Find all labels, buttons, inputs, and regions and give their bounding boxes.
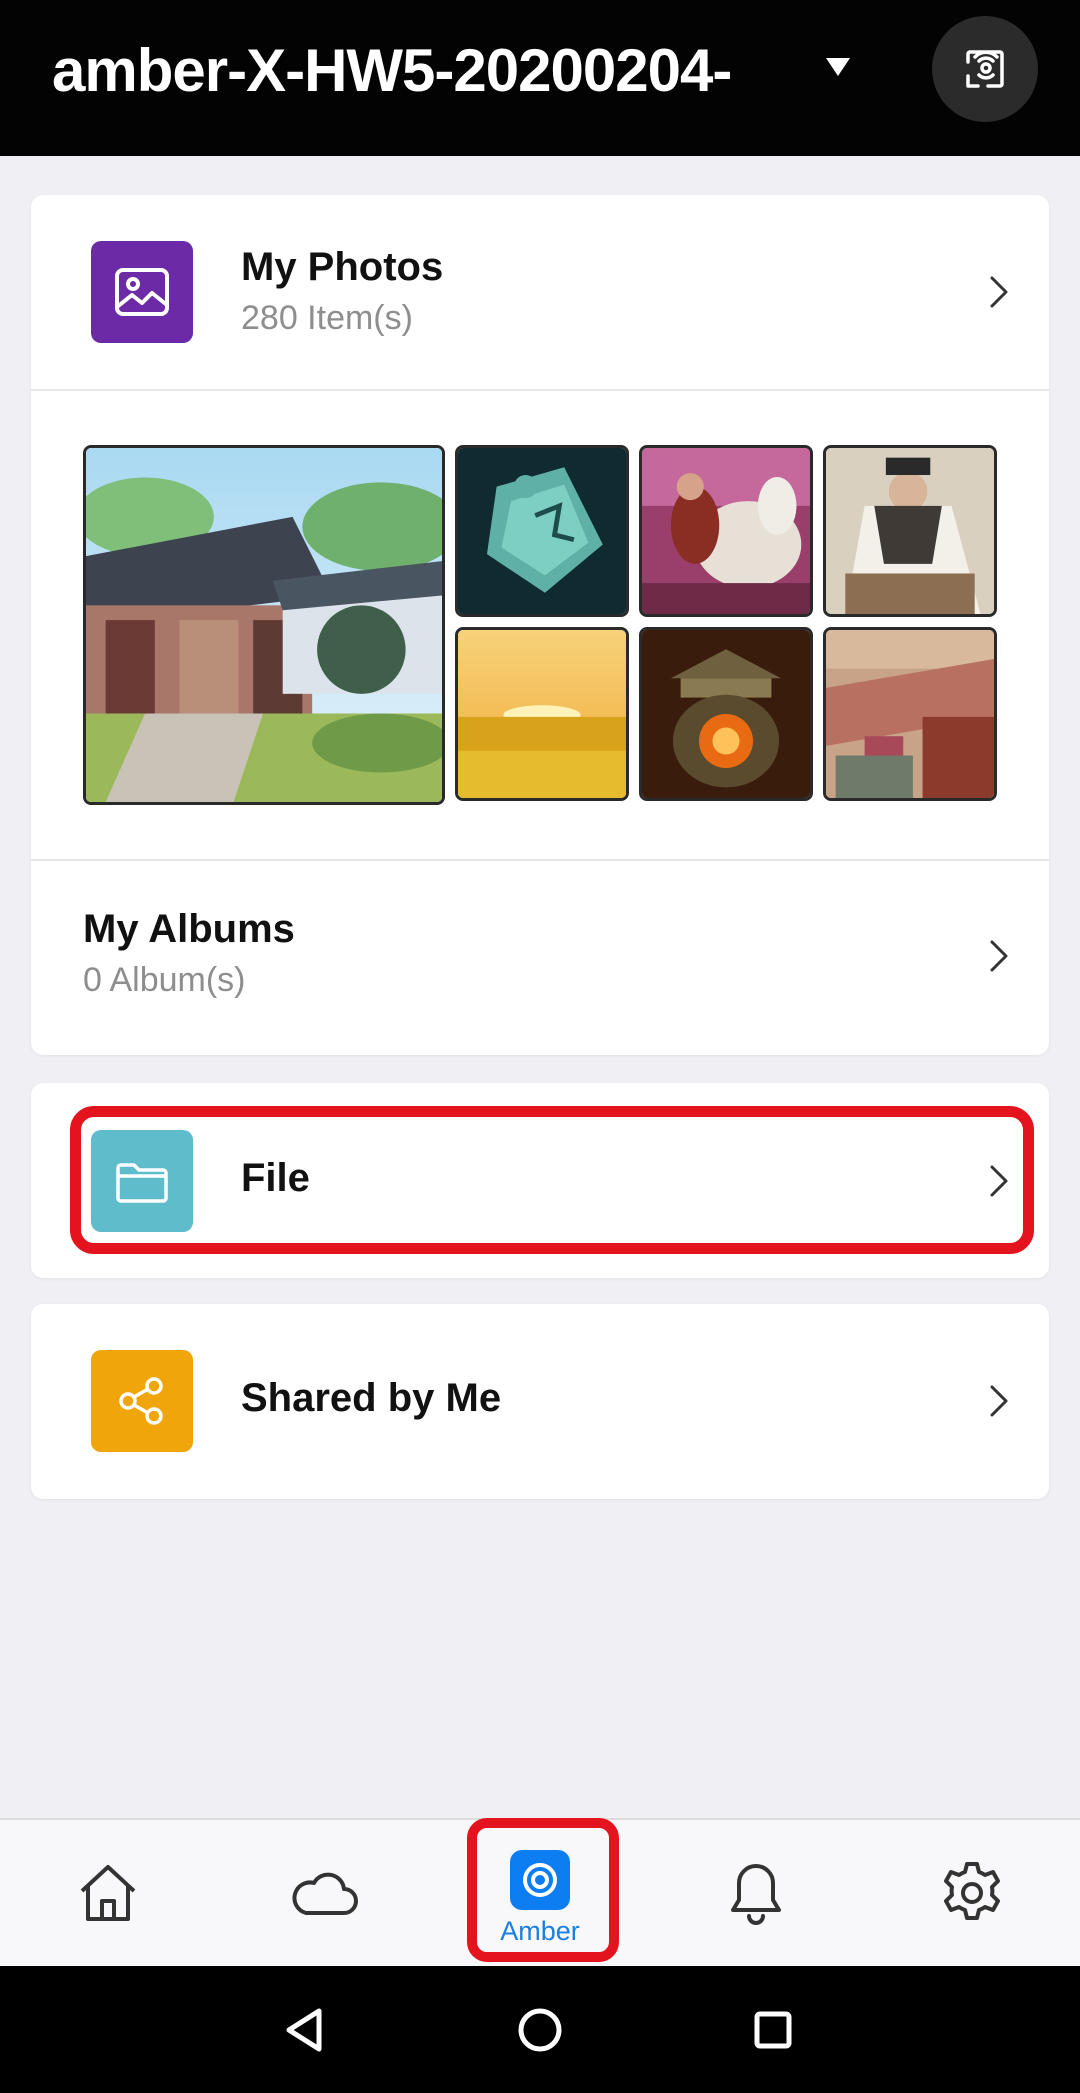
bell-icon <box>731 1864 781 1925</box>
nav-notifications[interactable] <box>676 1820 836 1966</box>
nav-settings[interactable] <box>892 1820 1052 1966</box>
app-header: amber-X-HW5-20200204- <box>0 0 1080 156</box>
back-icon <box>286 2008 322 2051</box>
gear-icon <box>944 1862 1000 1920</box>
divider <box>31 389 1049 391</box>
home-icon <box>80 1865 136 1921</box>
chevron-right-icon <box>990 276 1008 308</box>
share-icon <box>91 1350 193 1452</box>
photo-thumbnail-courtyard[interactable] <box>83 445 445 805</box>
my-albums-count: 0 Album(s) <box>83 961 246 999</box>
shared-card[interactable]: Shared by Me <box>31 1304 1049 1499</box>
system-nav-bar <box>0 1966 1080 2093</box>
photo-thumbnail-scholar-reading[interactable] <box>823 445 997 617</box>
nav-cloud[interactable] <box>244 1820 404 1966</box>
amber-highlight-box <box>467 1818 619 1962</box>
home-button[interactable] <box>480 1966 600 2093</box>
caret-down-icon[interactable] <box>826 58 850 76</box>
file-highlight-box <box>70 1106 1034 1254</box>
my-photos-count: 280 Item(s) <box>241 299 413 337</box>
chevron-right-icon <box>990 940 1008 972</box>
back-button[interactable] <box>244 1966 364 2093</box>
my-photos-title: My Photos <box>241 245 444 289</box>
photo-thumbnail-golden-field[interactable] <box>455 627 629 801</box>
my-albums-row[interactable]: My Albums 0 Album(s) <box>31 861 1049 1055</box>
cloud-icon <box>292 1872 358 1915</box>
recents-button[interactable] <box>713 1966 833 2093</box>
photo-thumbnail-market-street[interactable] <box>823 627 997 801</box>
cast-icon <box>966 50 1004 88</box>
chevron-right-icon <box>990 1385 1008 1417</box>
nav-home[interactable] <box>28 1820 188 1966</box>
device-name[interactable]: amber-X-HW5-20200204- <box>52 36 732 105</box>
shared-title: Shared by Me <box>241 1376 502 1420</box>
photos-card: My Photos 280 Item(s) My Albums 0 Album(… <box>31 195 1049 1055</box>
cast-button[interactable] <box>932 16 1038 122</box>
my-photos-row[interactable]: My Photos 280 Item(s) <box>31 195 1049 391</box>
my-albums-title: My Albums <box>83 907 295 951</box>
home-circle-icon <box>518 2008 562 2051</box>
photo-thumbnail-jade-badge[interactable] <box>455 445 629 617</box>
recents-icon <box>754 2011 792 2048</box>
photo-thumbnail-rider-on-horse[interactable] <box>639 445 813 617</box>
photo-thumbnail-lantern-pavilion[interactable] <box>639 627 813 801</box>
image-icon <box>91 241 193 343</box>
